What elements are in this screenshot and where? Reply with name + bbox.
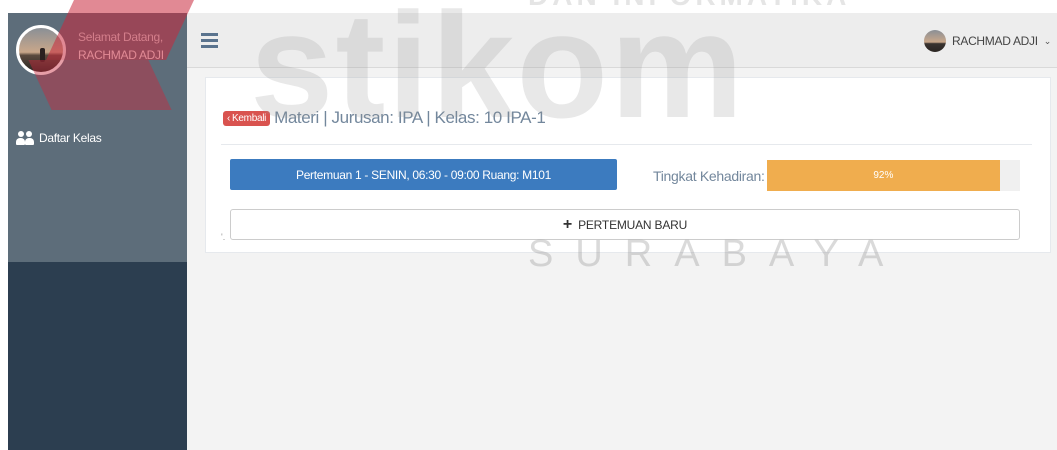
top-navbar: RACHMAD ADJI ⌄ (187, 13, 1057, 68)
sidebar: Selamat Datang, RACHMAD ADJI Daftar Kela… (8, 13, 187, 450)
welcome-text: Selamat Datang, (78, 30, 163, 44)
new-meeting-label: PERTEMUAN BARU (578, 217, 688, 232)
panel-header: ‹ Kembali Materi | Jurusan: IPA | Kelas:… (223, 108, 546, 128)
back-button[interactable]: ‹ Kembali (223, 110, 271, 126)
users-icon (16, 131, 34, 145)
attendance-label: Tingkat Kehadiran: (653, 168, 765, 184)
stray-mark: '. (221, 232, 226, 242)
user-panel: Selamat Datang, RACHMAD ADJI (8, 13, 187, 93)
user-avatar (924, 30, 946, 52)
page-title: Materi | Jurusan: IPA | Kelas: 10 IPA-1 (274, 108, 546, 127)
hamburger-icon[interactable] (201, 33, 218, 48)
divider (221, 144, 1032, 145)
sidebar-item-daftar-kelas[interactable]: Daftar Kelas (16, 129, 102, 147)
user-menu-label: RACHMAD ADJI (952, 34, 1038, 48)
watermark-top-text: DAN INFORMATIKA (528, 0, 850, 10)
chevron-down-icon: ⌄ (1043, 35, 1052, 46)
user-menu[interactable]: RACHMAD ADJI ⌄ (924, 30, 1051, 52)
avatar (16, 25, 66, 75)
app-frame: Selamat Datang, RACHMAD ADJI Daftar Kela… (8, 13, 1057, 450)
attendance-progress-fill: 92% (767, 160, 1000, 191)
back-button-label: Kembali (232, 112, 267, 124)
new-meeting-button[interactable]: + PERTEMUAN BARU (230, 209, 1020, 240)
meeting-item-button[interactable]: Pertemuan 1 - SENIN, 06:30 - 09:00 Ruang… (230, 159, 617, 190)
attendance-progress: 92% (767, 160, 1020, 191)
plus-icon: + (562, 215, 573, 233)
chevron-left-icon: ‹ (227, 112, 231, 124)
content-panel: ‹ Kembali Materi | Jurusan: IPA | Kelas:… (205, 77, 1051, 253)
sidebar-item-label: Daftar Kelas (39, 131, 102, 145)
sidebar-username: RACHMAD ADJI (78, 48, 164, 62)
